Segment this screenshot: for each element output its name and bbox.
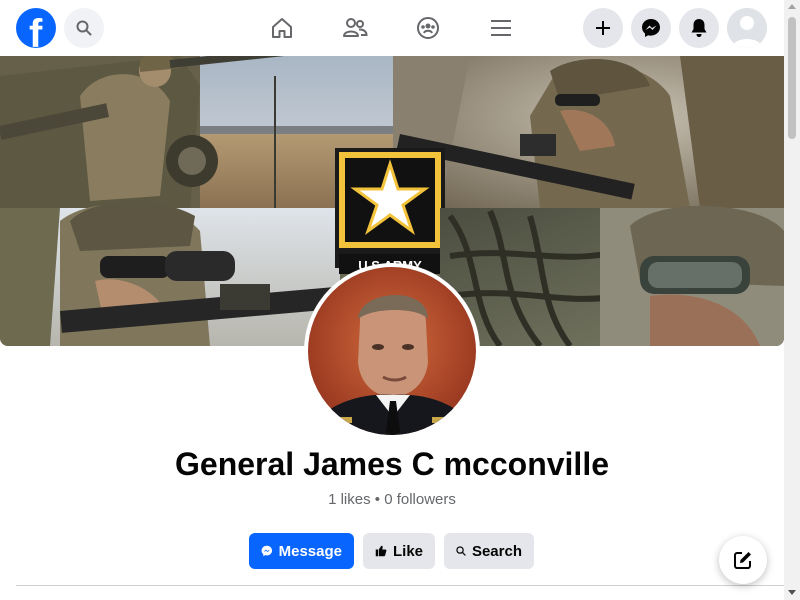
search-icon [456,546,466,556]
new-message-button[interactable] [719,536,767,584]
search-page-button[interactable]: Search [444,533,534,569]
top-navigation-bar: f [0,0,784,56]
page-scrollbar[interactable] [784,0,800,600]
nav-friends[interactable] [339,12,371,44]
scroll-down-arrow[interactable] [788,590,796,595]
profile-photo [308,267,476,435]
search-icon [76,20,92,36]
section-divider [16,585,784,586]
menu-icon [491,20,511,36]
scroll-up-arrow[interactable] [788,4,796,9]
messenger-button[interactable] [631,8,671,48]
nav-home[interactable] [266,12,298,44]
search-button[interactable] [64,8,104,48]
message-button[interactable]: Message [249,533,354,569]
bell-icon [691,19,707,37]
profile-picture[interactable] [304,263,480,439]
facebook-logo[interactable]: f [16,8,56,48]
scrollbar-thumb[interactable] [788,17,796,139]
messenger-icon [261,545,273,557]
compose-icon [734,552,751,569]
nav-menu[interactable] [485,12,517,44]
default-avatar-icon [727,8,767,48]
home-icon [272,18,292,38]
page-stats[interactable]: 1 likes • 0 followers [0,491,784,508]
message-label: Message [278,542,342,560]
account-avatar[interactable] [727,8,767,48]
notifications-button[interactable] [679,8,719,48]
search-label: Search [471,542,522,560]
groups-icon [417,17,439,39]
page-title: General James C mcconville [175,446,609,482]
like-label: Like [392,542,423,560]
create-button[interactable] [583,8,623,48]
thumbs-up-icon [375,545,387,557]
nav-groups[interactable] [412,12,444,44]
messenger-icon [642,19,660,37]
friends-icon [343,18,368,37]
plus-icon [596,21,610,35]
like-button[interactable]: Like [363,533,435,569]
